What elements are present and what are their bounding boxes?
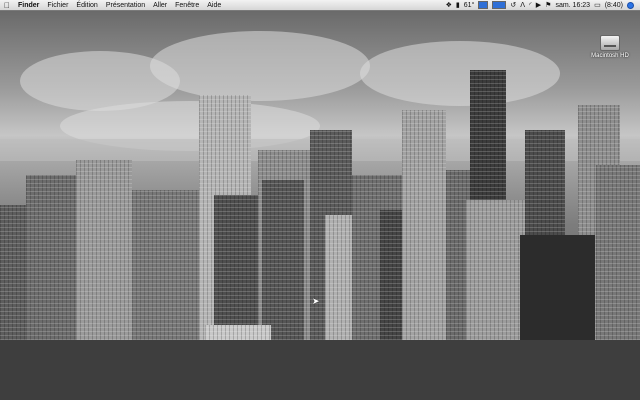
mouse-pointer-icon: ➤ <box>312 296 320 306</box>
desktop[interactable]: Macintosh HD ➤ <box>0 11 640 400</box>
menu-presentation[interactable]: Présentation <box>102 0 149 11</box>
battery-time[interactable]: (8:40) <box>605 0 623 11</box>
city-ground <box>0 340 640 400</box>
menu-fichier[interactable]: Fichier <box>43 0 72 11</box>
wifi-icon[interactable]: ◜ <box>529 0 532 11</box>
cpu-meter-icon[interactable] <box>478 1 489 9</box>
apple-logo-icon[interactable]:  <box>0 1 14 10</box>
hard-disk-icon[interactable] <box>600 35 620 51</box>
volume-icon[interactable]: ▶ <box>536 0 541 11</box>
clock[interactable]: sam. 16:23 <box>555 0 590 11</box>
cloud <box>360 41 560 106</box>
spotlight-icon[interactable] <box>627 1 634 9</box>
menu-bar:  Finder Fichier Édition Présentation Al… <box>0 0 640 11</box>
macintosh-hd[interactable]: Macintosh HD <box>586 35 634 59</box>
bluetooth-icon[interactable]: ᐱ <box>520 0 525 11</box>
cloud <box>150 31 370 101</box>
disk-label[interactable]: Macintosh HD <box>591 53 629 59</box>
menu-fenetre[interactable]: Fenêtre <box>171 0 203 11</box>
menu-aller[interactable]: Aller <box>149 0 171 11</box>
battery-icon[interactable]: ▭ <box>594 0 601 11</box>
status-menus: ❖ ▮ 61° ↺ ᐱ ◜ ▶ ⚑ sam. 16:23 ▭ (8:40) <box>446 0 640 11</box>
time-machine-icon[interactable]: ↺ <box>510 0 516 11</box>
menu-finder[interactable]: Finder <box>14 0 43 11</box>
dropbox-icon[interactable]: ❖ <box>446 0 452 11</box>
menu-edition[interactable]: Édition <box>72 0 101 11</box>
flag-icon[interactable]: ⚑ <box>545 0 551 11</box>
temperature-readout[interactable]: 61° <box>464 0 475 11</box>
volume-mini-icon[interactable]: ▮ <box>456 0 460 11</box>
menu-aide[interactable]: Aide <box>203 0 225 11</box>
memory-meter-icon[interactable] <box>492 1 507 9</box>
